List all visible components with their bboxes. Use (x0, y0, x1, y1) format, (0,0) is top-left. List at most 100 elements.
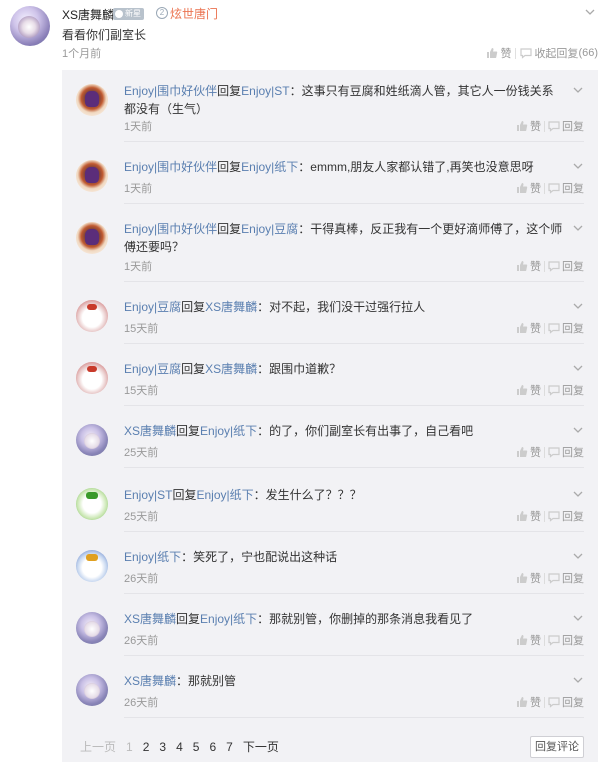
ghost-avatar[interactable] (76, 300, 108, 332)
reply-reply-button[interactable]: 回复 (548, 570, 584, 586)
reply-author[interactable]: XS唐舞麟 (124, 424, 176, 438)
reply-reply-button[interactable]: 回复 (548, 320, 584, 336)
red-hat-avatar[interactable] (76, 84, 108, 116)
reply-target[interactable]: XS唐舞麟 (205, 362, 257, 376)
reply-text: ：那就别管，你删掉的那条消息我看见了 (257, 612, 474, 626)
chevron-down-icon[interactable] (584, 6, 596, 18)
badge-dot-icon (115, 10, 123, 18)
chevron-down-icon[interactable] (572, 222, 584, 234)
reply-divider (124, 343, 584, 344)
chevron-down-icon[interactable] (572, 612, 584, 624)
blue-avatar[interactable] (76, 550, 108, 582)
post-author-name[interactable]: XS唐舞麟 (62, 6, 114, 23)
reply-comment-button[interactable]: 回复评论 (530, 736, 584, 758)
reply-time: 26天前 (124, 573, 159, 585)
comment-icon (548, 261, 560, 272)
reply-like-button[interactable]: 赞 (516, 180, 541, 196)
girl-avatar[interactable] (76, 674, 108, 706)
page-number-2[interactable]: 2 (143, 740, 150, 754)
reply-like-button[interactable]: 赞 (516, 694, 541, 710)
reply-like-button[interactable]: 赞 (516, 444, 541, 460)
page-number-5[interactable]: 5 (193, 740, 200, 754)
reply-reply-label: 回复 (562, 183, 584, 195)
fold-replies-button[interactable]: 收起回复 (66) (520, 45, 598, 61)
page-number-6[interactable]: 6 (209, 740, 216, 754)
reply-reply-label: 回复 (562, 447, 584, 459)
reply-target[interactable]: Enjoy|豆腐 (241, 222, 298, 236)
green-avatar[interactable] (76, 488, 108, 520)
reply-reply-button[interactable]: 回复 (548, 258, 584, 274)
reply-like-button[interactable]: 赞 (516, 320, 541, 336)
reply-like-button[interactable]: 赞 (516, 632, 541, 648)
action-divider (544, 696, 545, 708)
next-page-button[interactable]: 下一页 (243, 738, 279, 755)
reply-count: (66) (578, 47, 598, 59)
reply-reply-button[interactable]: 回复 (548, 382, 584, 398)
reply-actions: 赞 回复 (516, 570, 584, 586)
reply-divider (124, 717, 584, 718)
action-divider (544, 322, 545, 334)
chevron-down-icon[interactable] (572, 362, 584, 374)
red-hat-avatar[interactable] (76, 222, 108, 254)
reply-author[interactable]: Enjoy|围巾好伙伴 (124, 222, 217, 236)
action-divider (544, 384, 545, 396)
reply-author[interactable]: Enjoy|围巾好伙伴 (124, 84, 217, 98)
chevron-down-icon[interactable] (572, 84, 584, 96)
page-number-3[interactable]: 3 (159, 740, 166, 754)
reply-author[interactable]: Enjoy|ST (124, 488, 172, 502)
girl-avatar[interactable] (76, 424, 108, 456)
prev-page-button[interactable]: 上一页 (80, 738, 116, 755)
team-tag[interactable]: 炫世唐门 (170, 5, 218, 22)
chevron-down-icon[interactable] (572, 488, 584, 500)
reply-target[interactable]: Enjoy|ST (241, 84, 289, 98)
reply-connector: 回复 (176, 424, 201, 438)
chevron-down-icon[interactable] (572, 160, 584, 172)
reply-author[interactable]: Enjoy|纸下 (124, 550, 181, 564)
reply-actions: 赞 回复 (516, 382, 584, 398)
reply-target[interactable]: Enjoy|纸下 (200, 424, 257, 438)
reply-reply-button[interactable]: 回复 (548, 694, 584, 710)
reply-text: ：那就别管 (176, 674, 237, 688)
reply-like-button[interactable]: 赞 (516, 570, 541, 586)
reply-target[interactable]: Enjoy|纸下 (200, 612, 257, 626)
ghost-avatar[interactable] (76, 362, 108, 394)
level-icon: 2 (156, 7, 168, 19)
reply-like-button[interactable]: 赞 (516, 382, 541, 398)
post-author-avatar[interactable] (10, 6, 50, 46)
post-like-button[interactable]: 赞 (486, 45, 511, 61)
reply-author[interactable]: XS唐舞麟 (124, 674, 176, 688)
reply-actions: 赞 回复 (516, 180, 584, 196)
reply-reply-button[interactable]: 回复 (548, 180, 584, 196)
reply-reply-label: 回复 (562, 635, 584, 647)
red-hat-avatar[interactable] (76, 160, 108, 192)
page-number-7[interactable]: 7 (226, 740, 233, 754)
girl-avatar[interactable] (76, 612, 108, 644)
reply-target[interactable]: XS唐舞麟 (205, 300, 257, 314)
reply-like-button[interactable]: 赞 (516, 258, 541, 274)
reply-author[interactable]: XS唐舞麟 (124, 612, 176, 626)
reply-like-label: 赞 (530, 183, 541, 195)
chevron-down-icon[interactable] (572, 424, 584, 436)
chevron-down-icon[interactable] (572, 674, 584, 686)
reply-reply-button[interactable]: 回复 (548, 508, 584, 524)
reply-like-button[interactable]: 赞 (516, 118, 541, 134)
reply-reply-button[interactable]: 回复 (548, 118, 584, 134)
reply-author[interactable]: Enjoy|围巾好伙伴 (124, 160, 217, 174)
reply-reply-button[interactable]: 回复 (548, 444, 584, 460)
chevron-down-icon[interactable] (572, 550, 584, 562)
reply-author[interactable]: Enjoy|豆腐 (124, 300, 181, 314)
reply-like-label: 赞 (530, 511, 541, 523)
reply-content: Enjoy|围巾好伙伴回复Enjoy|纸下：emmm,朋友人家都认错了,再笑也没… (124, 158, 564, 176)
thumb-up-icon (517, 121, 528, 131)
reply-target[interactable]: Enjoy|纸下 (241, 160, 298, 174)
page-number-1[interactable]: 1 (126, 740, 133, 754)
post-text: 看看你们副室长 (62, 28, 147, 42)
page-number-4[interactable]: 4 (176, 740, 183, 754)
reply-like-button[interactable]: 赞 (516, 508, 541, 524)
chevron-down-icon[interactable] (572, 300, 584, 312)
reply-target[interactable]: Enjoy|纸下 (196, 488, 253, 502)
reply-like-label: 赞 (530, 447, 541, 459)
reply-content: Enjoy|ST回复Enjoy|纸下：发生什么了？？？ (124, 486, 564, 504)
reply-author[interactable]: Enjoy|豆腐 (124, 362, 181, 376)
reply-reply-button[interactable]: 回复 (548, 632, 584, 648)
